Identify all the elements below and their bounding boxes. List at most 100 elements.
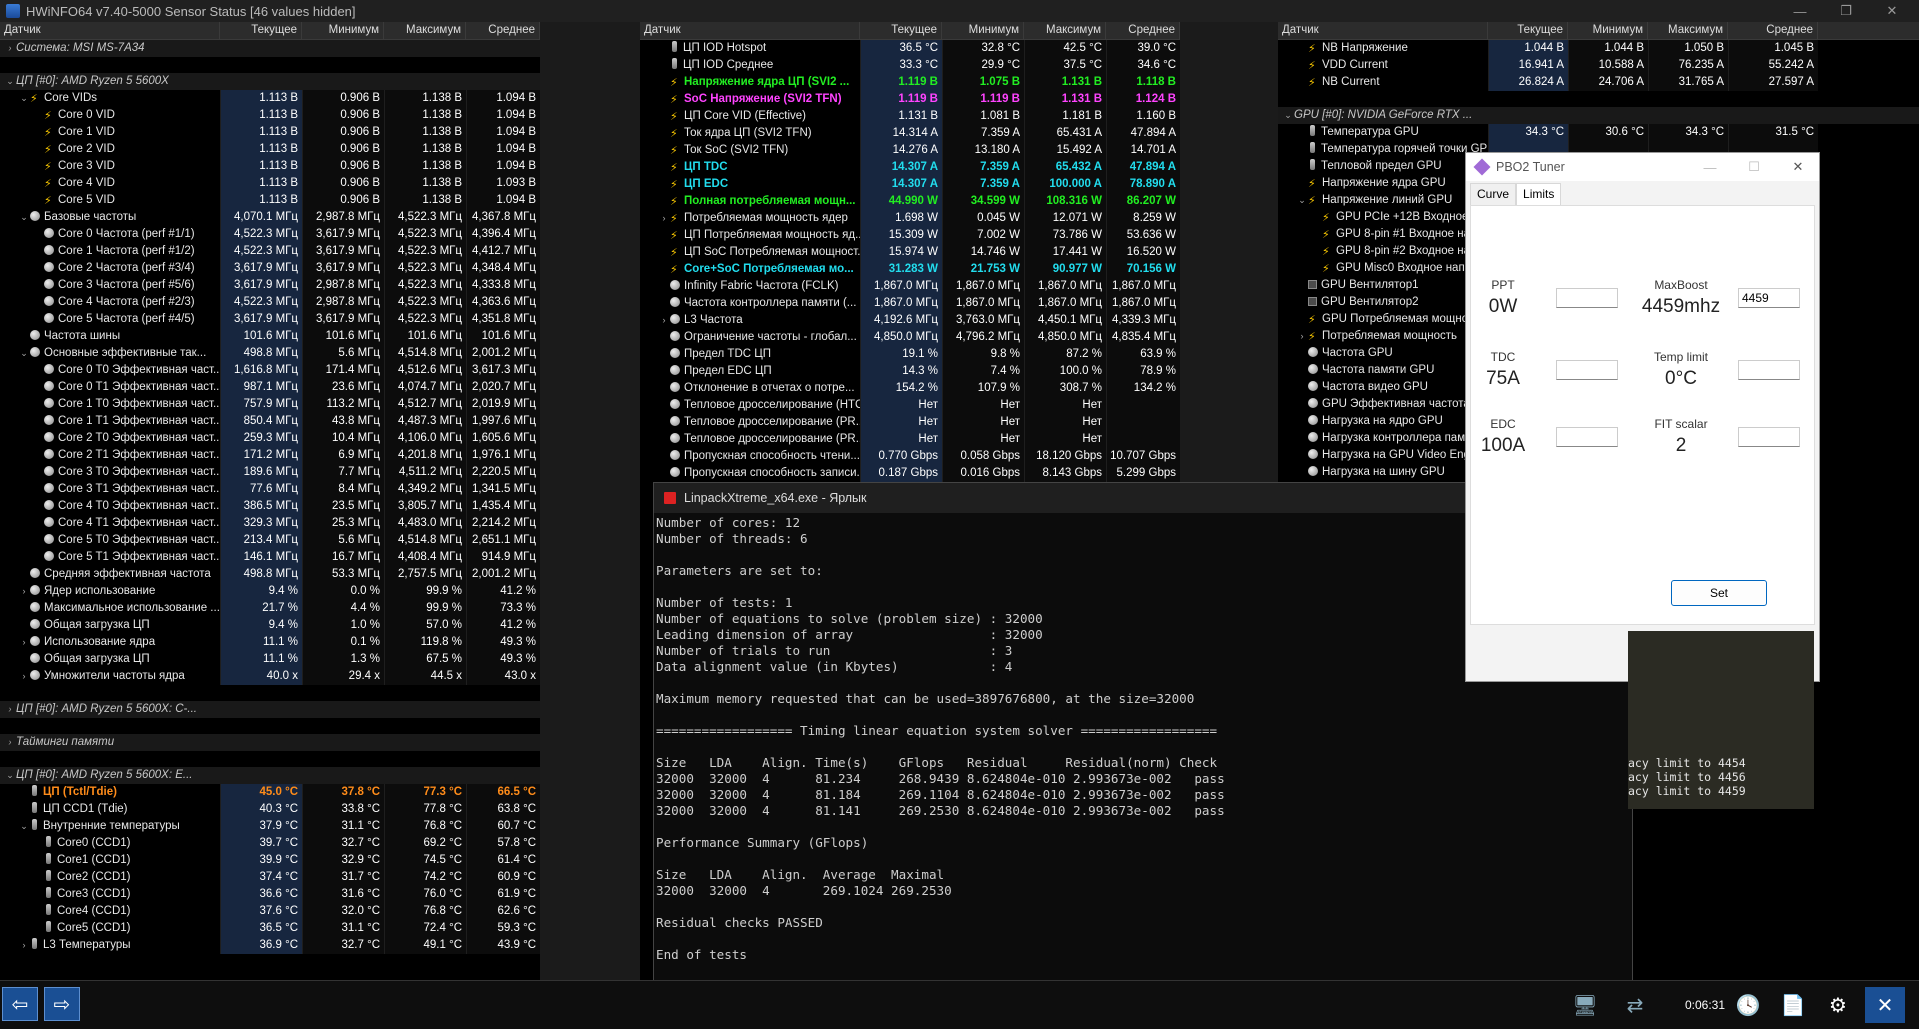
minimize-icon[interactable]: — bbox=[1777, 0, 1823, 22]
table-row[interactable]: Core1 (CCD1) 39.9 °C 32.9 °C 74.5 °C 61.4 °C bbox=[0, 852, 540, 869]
pbo-close-icon[interactable]: ✕ bbox=[1776, 153, 1820, 181]
collapse-chevron-icon[interactable]: ⌄ bbox=[18, 90, 30, 107]
table-row[interactable]: Core0 (CCD1) 39.7 °C 32.7 °C 69.2 °C 57.8 °C bbox=[0, 835, 540, 852]
sensor-group[interactable]: ⌄ GPU [#0]: NVIDIA GeForce RTX ... bbox=[1278, 107, 1919, 124]
table-row[interactable]: ⚡ ЦП EDC 14.307 A 7.359 A 100.000 A 78.890 A bbox=[640, 176, 1180, 193]
table-row[interactable]: Core 4 T0 Эффективная част... 386.5 МГц 23… bbox=[0, 498, 540, 515]
pbo-maximize-icon[interactable]: ☐ bbox=[1732, 153, 1776, 181]
col-header-max[interactable]: Максимум bbox=[1024, 22, 1106, 39]
set-button[interactable]: Set bbox=[1671, 580, 1767, 606]
col-header-name[interactable]: Датчик bbox=[0, 22, 220, 39]
expand-chevron-icon[interactable]: › bbox=[4, 734, 16, 751]
expand-chevron-icon[interactable]: › bbox=[4, 701, 16, 718]
table-row[interactable]: Core 0 T0 Эффективная част... 1,616.8 МГц… bbox=[0, 362, 540, 379]
table-row[interactable]: › Использование ядра 11.1 % 0.1 % 119.8 % 49.… bbox=[0, 634, 540, 651]
fit-scalar-input[interactable] bbox=[1738, 427, 1800, 447]
table-row[interactable]: ЦП IOD Среднее 33.3 °C 29.9 °C 37.5 °C 34.6 … bbox=[640, 57, 1180, 74]
exit-icon[interactable]: ✕ bbox=[1865, 987, 1905, 1023]
table-row[interactable]: Core5 (CCD1) 36.5 °C 31.1 °C 72.4 °C 59.3 °C bbox=[0, 920, 540, 937]
table-row[interactable]: › Умножители частоты ядра 40.0 x 29.4 x 44.5… bbox=[0, 668, 540, 685]
settings-gear-icon[interactable]: ⚙ bbox=[1818, 987, 1858, 1023]
network-switch-icon[interactable]: ⇄ bbox=[1615, 987, 1655, 1023]
maxboost-input[interactable] bbox=[1738, 288, 1800, 308]
tdc-input[interactable] bbox=[1556, 360, 1618, 380]
table-row[interactable]: Core 1 Частота (perf #1/2) 4,522.3 МГц 3,6… bbox=[0, 243, 540, 260]
table-row[interactable]: ЦП (Tctl/Tdie) 45.0 °C 37.8 °C 77.3 °C 66.5 … bbox=[0, 784, 540, 801]
sensor-group[interactable]: ⌄ ЦП [#0]: AMD Ryzen 5 5600X bbox=[0, 73, 540, 90]
table-row[interactable]: › ⚡ Потребляемая мощность ядер 1.698 W 0.045… bbox=[640, 210, 1180, 227]
col-header-max[interactable]: Максимум bbox=[384, 22, 466, 39]
table-row[interactable]: ⌄ ⚡ Core VIDs 1.113 В 0.906 В 1.138 В 1.094 В bbox=[0, 90, 540, 107]
sensor-group[interactable]: › ЦП [#0]: AMD Ryzen 5 5600X: C-... bbox=[0, 701, 540, 718]
sensor-group[interactable]: › Система: MSI MS-7A34 bbox=[0, 40, 540, 57]
expand-chevron-icon[interactable]: › bbox=[18, 634, 30, 651]
col-header-min[interactable]: Минимум bbox=[942, 22, 1024, 39]
table-row[interactable]: Тепловое дросселирование (HTC) Нет Нет Нет bbox=[640, 397, 1180, 414]
table-row[interactable]: Core 3 T1 Эффективная част... 77.6 МГц 8.4… bbox=[0, 481, 540, 498]
table-row[interactable]: ⚡ Core 2 VID 1.113 В 0.906 В 1.138 В 1.094 В bbox=[0, 141, 540, 158]
tab-limits[interactable]: Limits bbox=[1516, 183, 1562, 205]
tab-curve[interactable]: Curve bbox=[1470, 183, 1517, 205]
expand-chevron-icon[interactable]: › bbox=[658, 312, 670, 329]
table-row[interactable]: ⌄ Внутренние температуры 37.9 °C 31.1 °C 76.… bbox=[0, 818, 540, 835]
table-row[interactable]: › L3 Температуры 36.9 °C 32.7 °C 49.1 °C 43.9… bbox=[0, 937, 540, 954]
table-row[interactable]: ⚡ Напряжение ядра ЦП (SVI2 ... 1.119 В 1.07… bbox=[640, 74, 1180, 91]
restore-icon[interactable]: ❐ bbox=[1823, 0, 1869, 22]
table-row[interactable]: Infinity Fabric Частота (FCLK) 1,867.0 МГ… bbox=[640, 278, 1180, 295]
col-header-min[interactable]: Минимум bbox=[1568, 22, 1648, 39]
table-row[interactable]: ⚡ Core 5 VID 1.113 В 0.906 В 1.138 В 1.094 В bbox=[0, 192, 540, 209]
col-header-min[interactable]: Минимум bbox=[302, 22, 384, 39]
expand-chevron-icon[interactable]: › bbox=[18, 583, 30, 600]
table-row[interactable]: Core 5 T1 Эффективная част... 146.1 МГц 16… bbox=[0, 549, 540, 566]
table-row[interactable]: Core 3 Частота (perf #5/6) 3,617.9 МГц 2,9… bbox=[0, 277, 540, 294]
table-row[interactable]: ⚡ Core 0 VID 1.113 В 0.906 В 1.138 В 1.094 В bbox=[0, 107, 540, 124]
edc-input[interactable] bbox=[1556, 427, 1618, 447]
collapse-chevron-icon[interactable]: ⌄ bbox=[1296, 192, 1308, 209]
pbo-minimize-icon[interactable]: — bbox=[1688, 153, 1732, 181]
table-row[interactable]: ⚡ Полная потребляемая мощн... 44.990 W 34.5… bbox=[640, 193, 1180, 210]
col-header-name[interactable]: Датчик bbox=[640, 22, 860, 39]
collapse-chevron-icon[interactable]: ⌄ bbox=[1282, 107, 1294, 124]
table-row[interactable]: Пропускная способность записи... 0.187 Gb… bbox=[640, 465, 1180, 482]
table-row[interactable]: ⚡ Core 4 VID 1.113 В 0.906 В 1.138 В 1.093 В bbox=[0, 175, 540, 192]
table-row[interactable]: ⚡ ЦП Core VID (Effective) 1.131 В 1.081 В 1.… bbox=[640, 108, 1180, 125]
collapse-chevron-icon[interactable]: ⌄ bbox=[18, 818, 30, 835]
table-row[interactable]: Core4 (CCD1) 37.6 °C 32.0 °C 76.8 °C 62.6 °C bbox=[0, 903, 540, 920]
network-monitor-icon[interactable]: 🖥 bbox=[1565, 987, 1605, 1023]
ppt-input[interactable] bbox=[1556, 288, 1618, 308]
expand-chevron-icon[interactable]: › bbox=[4, 40, 16, 57]
table-row[interactable]: Core 5 Частота (perf #4/5) 3,617.9 МГц 3,6… bbox=[0, 311, 540, 328]
collapse-chevron-icon[interactable]: ⌄ bbox=[18, 209, 30, 226]
col-header-current[interactable]: Текущее bbox=[1488, 22, 1568, 39]
col-header-name[interactable]: Датчик bbox=[1278, 22, 1488, 39]
table-row[interactable]: Отклонение в отчетах о потре... 154.2 % 10… bbox=[640, 380, 1180, 397]
table-row[interactable]: Предел TDC ЦП 19.1 % 9.8 % 87.2 % 63.9 % bbox=[640, 346, 1180, 363]
table-row[interactable]: Core 1 T0 Эффективная част... 757.9 МГц 11… bbox=[0, 396, 540, 413]
col-header-avg[interactable]: Среднее bbox=[466, 22, 540, 39]
table-row[interactable]: Тепловое дросселирование (PR... Нет Нет Нет bbox=[640, 431, 1180, 448]
table-row[interactable]: Пропускная способность чтени... 0.770 Gbp… bbox=[640, 448, 1180, 465]
collapse-chevron-icon[interactable]: ⌄ bbox=[18, 345, 30, 362]
table-row[interactable]: Частота шины 101.6 МГц 101.6 МГц 101.6 МГц 1… bbox=[0, 328, 540, 345]
temp-limit-input[interactable] bbox=[1738, 360, 1800, 380]
table-row[interactable]: Тепловое дросселирование (PR... Нет Нет Нет bbox=[640, 414, 1180, 431]
table-row[interactable]: ⌄ Базовые частоты 4,070.1 МГц 2,987.8 МГц 4,… bbox=[0, 209, 540, 226]
table-row[interactable]: Core 2 T0 Эффективная част... 259.3 МГц 10… bbox=[0, 430, 540, 447]
table-row[interactable]: Общая загрузка ЦП 11.1 % 1.3 % 67.5 % 49.3 % bbox=[0, 651, 540, 668]
table-row[interactable]: ⚡ ЦП Потребляемая мощность яд... 15.309 W7… bbox=[640, 227, 1180, 244]
table-row[interactable]: Core 0 T1 Эффективная част... 987.1 МГц 23… bbox=[0, 379, 540, 396]
table-row[interactable]: ЦП IOD Hotspot 36.5 °C 32.8 °C 42.5 °C 39.0 … bbox=[640, 40, 1180, 57]
col-header-max[interactable]: Максимум bbox=[1648, 22, 1728, 39]
col-header-avg[interactable]: Среднее bbox=[1728, 22, 1818, 39]
table-row[interactable]: Максимальное использование ... 21.7 % 4.4 … bbox=[0, 600, 540, 617]
table-row[interactable]: › Ядер использование 9.4 % 0.0 % 99.9 % 41.2 … bbox=[0, 583, 540, 600]
table-row[interactable]: ⚡ SoC Напряжение (SVI2 TFN) 1.119 В 1.119 В… bbox=[640, 91, 1180, 108]
table-row[interactable]: Core 0 Частота (perf #1/1) 4,522.3 МГц 3,6… bbox=[0, 226, 540, 243]
table-row[interactable]: Общая загрузка ЦП 9.4 % 1.0 % 57.0 % 41.2 % bbox=[0, 617, 540, 634]
table-row[interactable]: ⌄ Основные эффективные так... 498.8 МГц 5.6… bbox=[0, 345, 540, 362]
table-row[interactable]: ЦП CCD1 (Tdie) 40.3 °C 33.8 °C 77.8 °C 63.8 … bbox=[0, 801, 540, 818]
table-row[interactable]: Предел EDC ЦП 14.3 % 7.4 % 100.0 % 78.9 % bbox=[640, 363, 1180, 380]
col-header-current[interactable]: Текущее bbox=[220, 22, 302, 39]
table-row[interactable]: Ограничение частоты - глобал... 4,850.0 М… bbox=[640, 329, 1180, 346]
clock-icon[interactable]: 🕓 bbox=[1728, 987, 1768, 1023]
